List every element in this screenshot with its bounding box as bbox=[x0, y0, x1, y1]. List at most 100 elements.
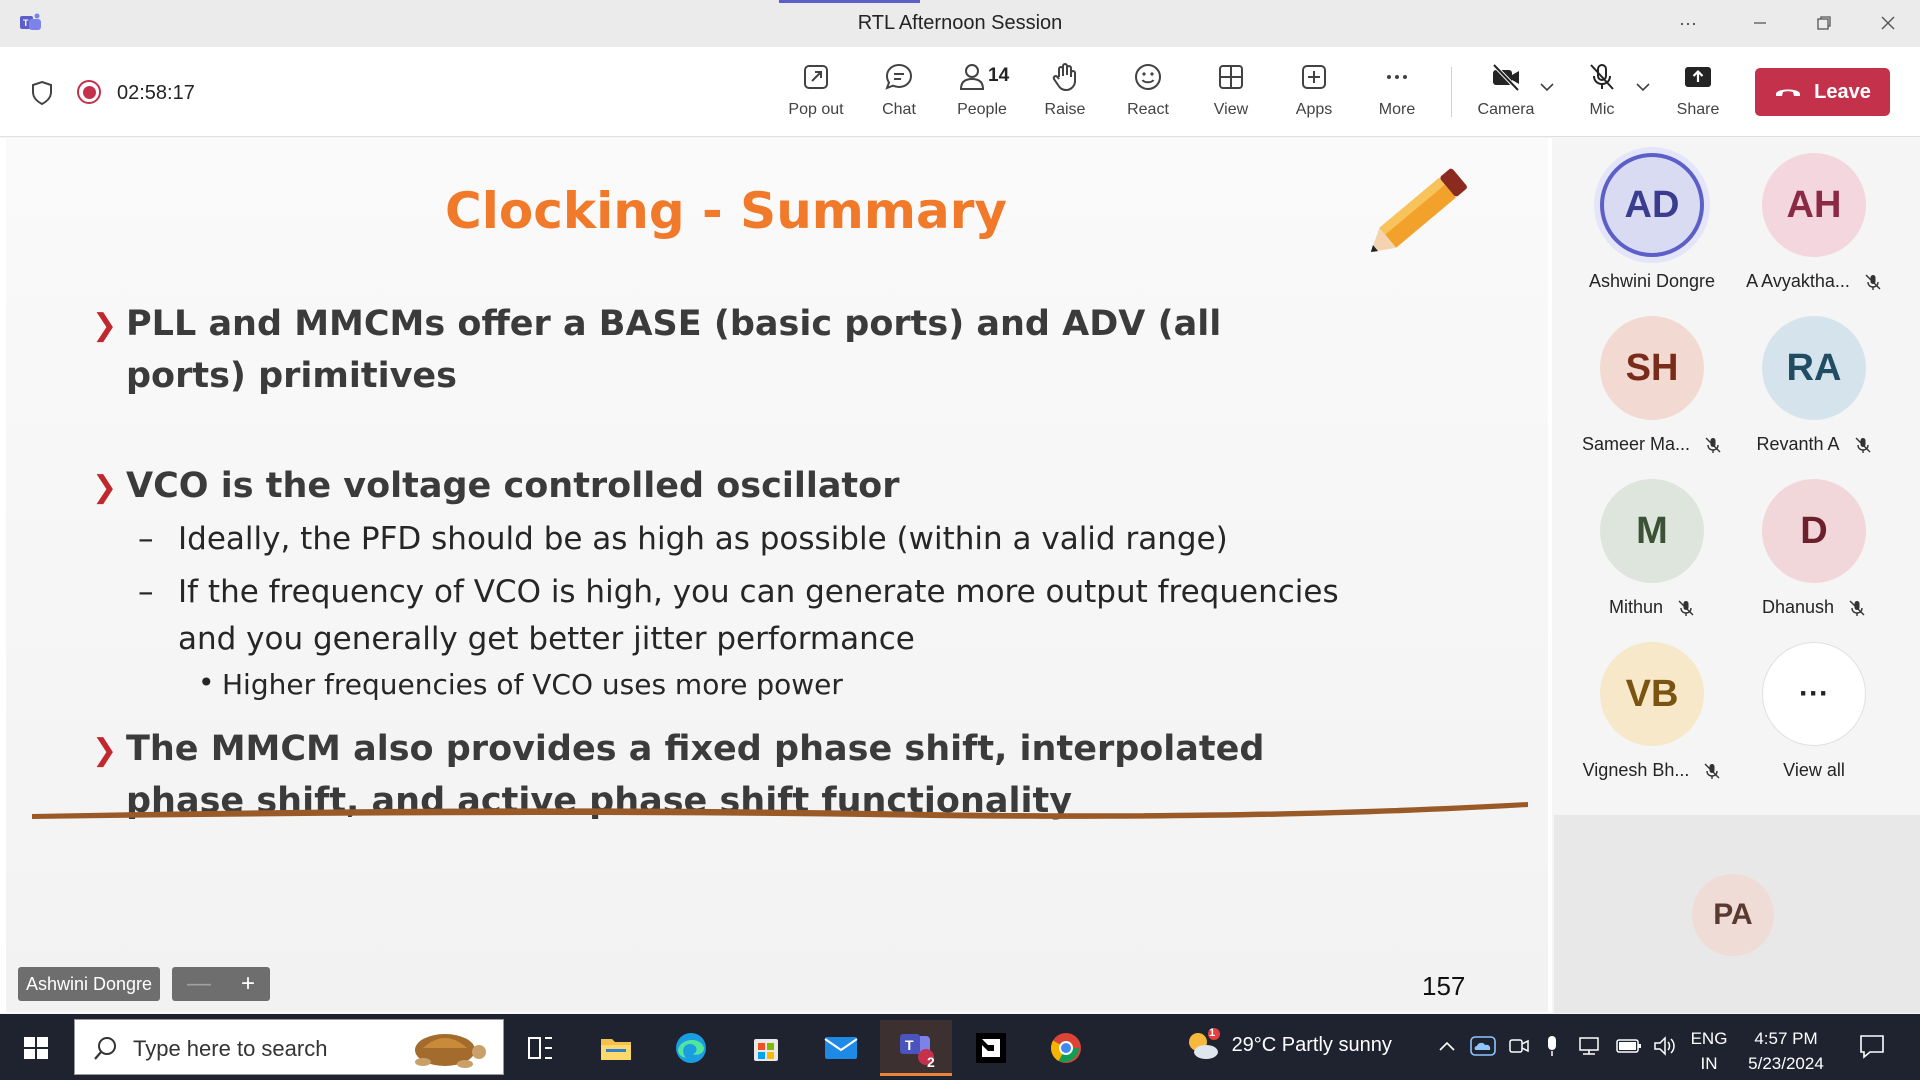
raise-hand-icon bbox=[1052, 63, 1076, 91]
teams-taskbar-button[interactable]: T 2 bbox=[880, 1020, 952, 1076]
chat-label: Chat bbox=[882, 101, 916, 118]
dash-marker: – bbox=[138, 521, 154, 557]
search-placeholder: Type here to search bbox=[133, 1036, 328, 1061]
zoom-controls: — + bbox=[172, 967, 270, 1001]
participant-name: Sameer Ma... bbox=[1572, 434, 1732, 455]
camera-options-chevron-icon[interactable] bbox=[1540, 79, 1554, 95]
camera-button[interactable]: Camera bbox=[1468, 61, 1544, 129]
share-button[interactable]: Share bbox=[1660, 61, 1736, 129]
windows-start-icon[interactable] bbox=[12, 1032, 60, 1064]
file-explorer-button[interactable] bbox=[580, 1020, 652, 1076]
edge-browser-button[interactable] bbox=[655, 1020, 727, 1076]
more-button[interactable]: More bbox=[1359, 61, 1435, 129]
participant-name-text: Dhanush bbox=[1761, 597, 1835, 617]
avatar: RA bbox=[1762, 316, 1866, 420]
people-label: People bbox=[957, 101, 1007, 118]
chat-button[interactable]: Chat bbox=[861, 61, 937, 129]
participant-tile[interactable]: AD Ashwini Dongre bbox=[1572, 153, 1732, 292]
shield-icon[interactable] bbox=[30, 80, 54, 106]
window-more-button[interactable]: ··· bbox=[1668, 8, 1708, 38]
search-icon bbox=[94, 1037, 116, 1060]
taskbar-clock[interactable]: 4:57 PM 5/23/2024 bbox=[1738, 1026, 1834, 1076]
meeting-toolbar: 02:58:17 Pop out Chat 14 People Raise Re… bbox=[0, 47, 1920, 137]
participant-tile[interactable]: M Mithun bbox=[1572, 479, 1732, 618]
react-label: React bbox=[1127, 101, 1169, 118]
brush-stroke-divider bbox=[32, 802, 1528, 819]
microsoft-store-button[interactable] bbox=[730, 1020, 802, 1076]
minimize-button[interactable] bbox=[1740, 8, 1780, 38]
chrome-button[interactable] bbox=[1030, 1020, 1102, 1076]
mic-off-icon bbox=[1865, 274, 1881, 290]
sub-bullet-pfd: – Ideally, the PFD should be as high as … bbox=[138, 516, 1358, 563]
onedrive-cloud-icon[interactable] bbox=[1470, 1036, 1496, 1056]
avatar: D bbox=[1762, 479, 1866, 583]
avatar: M bbox=[1600, 479, 1704, 583]
bullet-base-adv: ❯ PLL and MMCMs offer a BASE (basic port… bbox=[92, 298, 1306, 402]
sub-sub-bullet-power: • Higher frequencies of VCO uses more po… bbox=[198, 665, 843, 705]
participant-name-text: Mithun bbox=[1608, 597, 1664, 617]
participant-tile[interactable]: RA Revanth A bbox=[1734, 316, 1894, 455]
react-button[interactable]: React bbox=[1110, 61, 1186, 129]
view-label: View bbox=[1213, 101, 1249, 118]
view-button[interactable]: View bbox=[1193, 61, 1269, 129]
amd-software-button[interactable] bbox=[955, 1020, 1027, 1076]
input-language-indicator[interactable]: ENG IN bbox=[1688, 1026, 1730, 1076]
shared-content-stage: Clocking - Summary ❯ PLL and MMCMs offer… bbox=[0, 138, 1552, 1013]
meeting-timer: 02:58:17 bbox=[117, 82, 195, 104]
task-view-button[interactable] bbox=[505, 1020, 577, 1076]
teams-badge: 2 bbox=[927, 1054, 935, 1070]
pop-out-button[interactable]: Pop out bbox=[778, 61, 854, 129]
participant-tile[interactable]: SH Sameer Ma... bbox=[1572, 316, 1732, 455]
mic-options-chevron-icon[interactable] bbox=[1636, 79, 1650, 95]
weather-widget[interactable]: 1 29°C Partly sunny bbox=[1184, 1027, 1392, 1062]
amd-icon bbox=[976, 1033, 1006, 1063]
participant-tile[interactable]: D Dhanush bbox=[1734, 479, 1894, 618]
close-button[interactable] bbox=[1868, 8, 1908, 38]
close-icon bbox=[1881, 16, 1895, 30]
recording-icon bbox=[77, 80, 101, 104]
notifications-icon[interactable] bbox=[1858, 1032, 1886, 1060]
bullet-arrow-icon: ❯ bbox=[92, 733, 118, 768]
mic-button[interactable]: Mic bbox=[1564, 61, 1640, 129]
weather-text: 29°C Partly sunny bbox=[1231, 1033, 1392, 1056]
avatar: SH bbox=[1600, 316, 1704, 420]
chat-icon bbox=[885, 63, 913, 90]
restore-button[interactable] bbox=[1804, 8, 1844, 38]
show-hidden-icons-chevron-icon[interactable] bbox=[1438, 1040, 1456, 1052]
raise-hand-button[interactable]: Raise bbox=[1027, 61, 1103, 129]
mic-off-icon bbox=[1678, 600, 1694, 616]
microphone-in-use-icon[interactable] bbox=[1545, 1034, 1559, 1058]
zoom-in-button[interactable]: + bbox=[241, 970, 255, 998]
share-label: Share bbox=[1676, 101, 1720, 118]
participant-name: View all bbox=[1734, 760, 1894, 781]
svg-text:T: T bbox=[905, 1037, 914, 1053]
network-icon[interactable] bbox=[1578, 1036, 1604, 1056]
restore-icon bbox=[1817, 16, 1831, 30]
more-dots-icon bbox=[1387, 75, 1407, 79]
participant-tile[interactable]: AH A Avyaktha... bbox=[1734, 153, 1894, 292]
leave-label: Leave bbox=[1814, 80, 1871, 103]
avatar[interactable]: PA bbox=[1692, 874, 1774, 956]
active-tab-indicator bbox=[779, 0, 920, 3]
volume-icon[interactable] bbox=[1652, 1035, 1676, 1057]
zoom-out-button[interactable]: — bbox=[187, 970, 211, 998]
more-dots-icon: ··· bbox=[1762, 642, 1866, 746]
presenter-name-tag: Ashwini Dongre bbox=[18, 967, 161, 1001]
participant-name: Mithun bbox=[1572, 597, 1732, 618]
battery-icon[interactable] bbox=[1616, 1038, 1642, 1054]
bullet-arrow-icon: ❯ bbox=[92, 308, 118, 343]
participant-tile[interactable]: VB Vignesh Bh... bbox=[1572, 642, 1732, 781]
meet-now-video-icon[interactable] bbox=[1508, 1036, 1530, 1056]
store-icon bbox=[754, 1039, 778, 1061]
leave-button[interactable]: Leave bbox=[1755, 68, 1890, 116]
weather-alert-badge: 1 bbox=[1209, 1027, 1216, 1039]
view-all-participants-button[interactable]: ··· View all bbox=[1734, 642, 1894, 781]
sub-bullet-text: Ideally, the PFD should be as high as po… bbox=[178, 521, 1228, 557]
people-button[interactable]: 14 People bbox=[944, 61, 1020, 129]
taskbar-search-box[interactable]: Type here to search bbox=[74, 1019, 504, 1075]
participant-name: Vignesh Bh... bbox=[1572, 760, 1732, 781]
presentation-slide: Clocking - Summary ❯ PLL and MMCMs offer… bbox=[6, 138, 1548, 1012]
apps-button[interactable]: Apps bbox=[1276, 61, 1352, 129]
camera-off-icon bbox=[1492, 63, 1520, 92]
mail-button[interactable] bbox=[805, 1020, 877, 1076]
